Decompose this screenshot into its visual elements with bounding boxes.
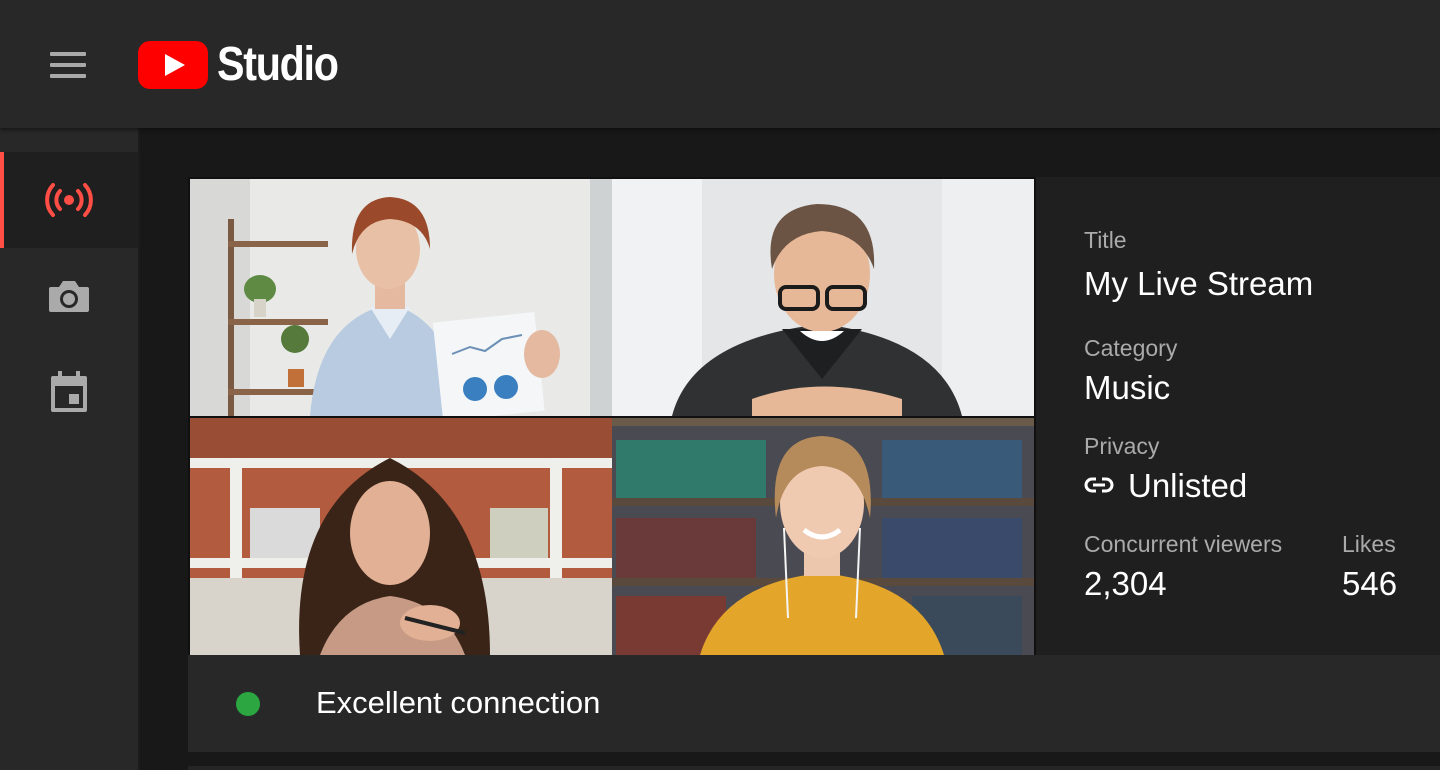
connection-status-dot-icon (236, 692, 260, 716)
live-broadcast-icon (45, 183, 93, 217)
sidebar-item-schedule[interactable] (0, 344, 138, 440)
title-value: My Live Stream (1084, 265, 1314, 302)
participant-video-1 (190, 179, 612, 416)
concurrent-viewers-label: Concurrent viewers (1084, 531, 1283, 557)
youtube-play-logo-icon (138, 41, 208, 89)
connection-status-text: Excellent connection (316, 685, 601, 720)
connection-status-bar: Excellent connection (188, 655, 1440, 752)
likes-value: 546 (1342, 565, 1398, 602)
link-icon (1084, 477, 1114, 493)
title-label: Title (1084, 227, 1127, 253)
participant-video-3 (190, 418, 612, 655)
participant-video-4 (612, 418, 1034, 655)
camera-icon (49, 281, 89, 312)
live-video-preview[interactable] (188, 177, 1036, 655)
privacy-label: Privacy (1084, 433, 1160, 459)
participant-video-2 (612, 179, 1034, 416)
top-app-bar: Studio (0, 0, 1440, 128)
sidebar-item-camera[interactable] (0, 248, 138, 344)
likes-label: Likes (1342, 531, 1396, 557)
youtube-studio-logo[interactable]: Studio (138, 40, 357, 90)
calendar-event-icon (51, 371, 87, 412)
hamburger-menu-icon[interactable] (44, 44, 92, 86)
category-label: Category (1084, 335, 1178, 361)
sidebar-item-live[interactable] (0, 152, 138, 248)
bottom-divider (188, 766, 1440, 770)
stream-info-panel: Title My Live Stream Category Music Priv… (1036, 177, 1440, 655)
concurrent-viewers-value: 2,304 (1084, 565, 1167, 602)
privacy-value: Unlisted (1128, 467, 1248, 504)
sidebar (0, 128, 140, 770)
app-name: Studio (217, 38, 339, 91)
category-value: Music (1084, 369, 1171, 406)
